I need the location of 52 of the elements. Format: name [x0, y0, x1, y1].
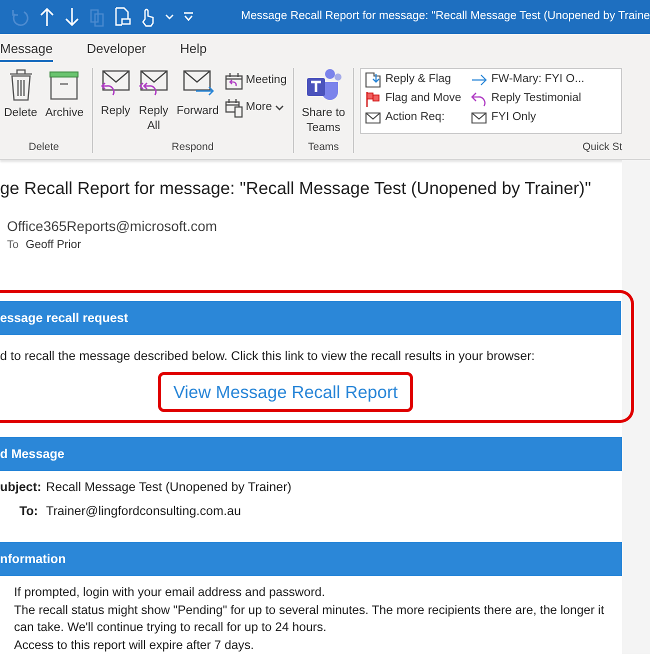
section-heading: essage recall request	[0, 301, 621, 336]
arrow-right-icon	[471, 72, 488, 86]
email-subject: ge Recall Report for message: "Recall Message Test (Unopened by Trainer)"	[0, 177, 592, 200]
ribbon-button[interactable]: Forward	[174, 68, 221, 119]
paragraph: If prompted, login with your email address and password.	[14, 584, 326, 602]
recipient-name: Geoff Prior	[26, 238, 82, 253]
ribbon-button[interactable]: Archive	[43, 68, 86, 121]
hand-icon[interactable]	[140, 7, 156, 27]
paragraph: d to recall the message described below. Click this link to view the recall results in your browser:	[0, 348, 536, 366]
ribbon-tab[interactable]: Help	[180, 41, 207, 62]
ribbon-button[interactable]: More	[224, 98, 287, 118]
arrow-down-icon[interactable]	[64, 7, 80, 27]
to-label: To	[7, 238, 19, 253]
customize-icon[interactable]	[183, 12, 194, 22]
trash-icon	[8, 68, 33, 102]
quick-step[interactable]: Flag and Move	[365, 90, 462, 107]
ribbon-button[interactable]: Share to Teams	[300, 68, 348, 136]
quick-step[interactable]: FW-Mary: FYI O...	[471, 71, 584, 88]
arrow-up-icon[interactable]	[39, 7, 55, 27]
recall-report-link[interactable]: View Message Recall Report	[158, 372, 413, 412]
window-title: Message Recall Report for message: "Recall Message Test (Unopened by Traine	[240, 9, 650, 24]
caret-icon[interactable]	[165, 14, 174, 20]
quick-step[interactable]: Action Req:	[365, 109, 462, 126]
quick-step[interactable]: Reply Testimonial	[471, 90, 584, 107]
print-icon[interactable]	[114, 7, 131, 27]
group-label: Quick St	[582, 141, 622, 153]
ribbon-button[interactable]: Meeting	[224, 72, 287, 90]
section-heading: nformation	[0, 542, 622, 576]
group-label: Teams	[306, 141, 340, 153]
section-heading: d Message	[0, 437, 622, 472]
calendar-phone-icon	[224, 98, 243, 118]
document-arrow-icon	[365, 72, 382, 88]
group-label: Delete	[28, 141, 60, 153]
envelope-icon	[471, 110, 488, 124]
quick-step[interactable]: FYI Only	[471, 109, 584, 126]
ribbon-button[interactable]: Reply	[98, 68, 133, 119]
field-label: To:	[18, 503, 38, 520]
ribbon-tab[interactable]: Developer	[86, 41, 146, 62]
paragraph: The recall status might show "Pending" for up to several minutes. The more recipients there are, the longer it can take. We'll continue trying to recall for up to 24 hours.	[14, 602, 606, 636]
calendar-icon	[224, 72, 243, 90]
quick-step[interactable]: Reply & Flag	[365, 71, 462, 88]
reply-arrow-icon	[471, 90, 488, 106]
group-label: Respond	[170, 141, 215, 153]
envelope-icon	[365, 110, 382, 124]
field-value: Trainer@lingfordconsulting.com.au	[46, 503, 242, 520]
field-value: Recall Message Test (Unopened by Trainer)	[46, 479, 292, 496]
flag-icon	[365, 90, 382, 106]
ribbon-button[interactable]: Reply All	[136, 68, 171, 134]
sender-address: Office365Reports@microsoft.com	[7, 217, 218, 236]
field-label: ubject:	[0, 479, 38, 496]
paragraph: Access to this report will expire after 7 days.	[14, 636, 255, 654]
ribbon-button[interactable]: Delete	[2, 68, 40, 121]
